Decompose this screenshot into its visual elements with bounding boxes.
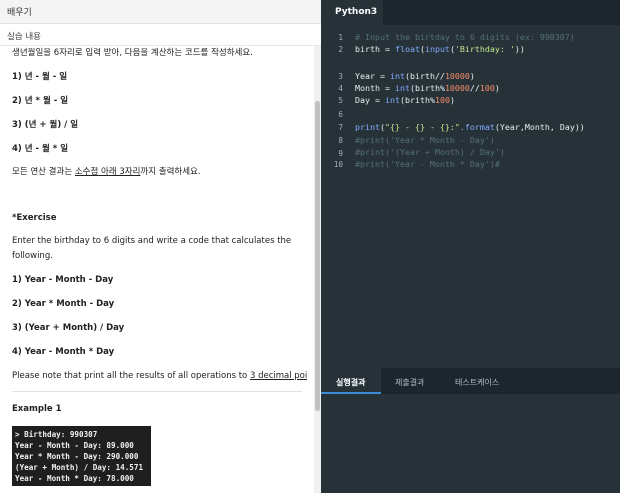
- code-line-2: birth = float(input('Birthday: ')): [355, 44, 525, 54]
- instructions-panel: 배우기 실습 내용 생년월일을 6자리로 입력 받아, 다음을 계산하는 코드를…: [0, 0, 321, 493]
- code-token: float: [394, 44, 420, 54]
- line-number: 1: [338, 33, 343, 42]
- line-number: 3: [338, 72, 343, 81]
- divider: [12, 391, 302, 392]
- line-number: 5: [338, 96, 343, 105]
- code-token: int: [389, 71, 405, 81]
- code-line-5: Month = int(birth%10000//100): [355, 83, 500, 93]
- line-number: 8: [338, 136, 343, 145]
- output-tabbar: 실행결과 제출결과 테스트케이스: [321, 368, 620, 394]
- line-number: 2: [338, 45, 343, 54]
- code-token: (brith%: [399, 95, 435, 105]
- korean-item-3: 3) (년 + 월) / 일: [12, 120, 79, 130]
- code-token: ): [494, 83, 500, 93]
- exercise-item-3: 3) (Year + Month) / Day: [12, 323, 125, 333]
- korean-note-post: 까지 출력하세요.: [140, 167, 201, 177]
- tab-python3[interactable]: Python3: [321, 0, 383, 25]
- practice-content-title: 실습 내용: [7, 32, 41, 42]
- example-output-box: > Birthday: 990307 Year - Month - Day: 8…: [12, 426, 151, 486]
- learn-title: 배우기: [7, 8, 32, 18]
- line-number: 7: [338, 123, 343, 132]
- example-line-5: Year - Month * Day: 78.000: [15, 474, 134, 483]
- tab-submit-result-label: 제출결과: [395, 378, 425, 387]
- code-token: ): [449, 95, 455, 105]
- output-area: [321, 394, 620, 493]
- code-line-1: # Input the birtday to 6 digits (ex: 990…: [355, 32, 575, 42]
- example-heading: Example 1: [12, 404, 62, 414]
- code-token: 'Birthday: ': [454, 44, 515, 54]
- tab-run-result-label: 실행결과: [336, 378, 366, 387]
- line-number: 4: [338, 84, 343, 93]
- learn-header: 배우기: [0, 0, 321, 24]
- exercise-item-1: 1) Year - Month - Day: [12, 275, 114, 285]
- tab-test-cases-label: 테스트케이스: [455, 378, 500, 387]
- example-line-1: > Birthday: 990307: [15, 430, 98, 439]
- code-token: Month =: [355, 83, 395, 93]
- exercise-heading: *Exercise: [12, 213, 57, 223]
- code-token: "{} - {} - {}:": [384, 122, 460, 132]
- code-line-11: #print('Year - Month * Day')#: [355, 159, 500, 169]
- korean-item-1: 1) 년 - 월 - 일: [12, 72, 68, 82]
- example-line-4: (Year + Month) / Day: 14.571: [15, 463, 144, 472]
- korean-item-2: 2) 년 * 월 - 일: [12, 96, 69, 106]
- code-line-9: #print('Year * Month - Day'): [355, 135, 495, 145]
- code-token: )): [514, 44, 525, 54]
- code-token: //: [469, 83, 480, 93]
- code-line-4: Year = int(birth//10000): [355, 71, 475, 81]
- code-line-8: print("{} - {} - {}:".format(Year,Month,…: [355, 122, 585, 132]
- code-token: 10000: [444, 83, 470, 93]
- code-token: int: [394, 83, 410, 93]
- korean-note-link: 소수점 아래 3자리: [74, 167, 141, 177]
- code-editor-panel: Python3 1 2 3 4 5 6 7 8 9 10 # Input the…: [321, 0, 620, 493]
- exercise-item-2: 2) Year * Month - Day: [12, 299, 115, 309]
- code-token: (birth%: [409, 83, 445, 93]
- tab-run-result[interactable]: 실행결과: [321, 368, 381, 394]
- tab-test-cases[interactable]: 테스트케이스: [439, 368, 515, 394]
- exercise-note-pre: Please note that print all the results o…: [12, 371, 250, 381]
- code-token: 100: [434, 95, 450, 105]
- code-token: 10000: [444, 71, 470, 81]
- line-number-gutter: 1 2 3 4 5 6 7 8 9 10: [321, 25, 347, 368]
- tab-submit-result[interactable]: 제출결과: [381, 368, 439, 394]
- instructions-scrollbar[interactable]: [314, 46, 321, 493]
- editor-tabbar: Python3: [321, 0, 620, 25]
- korean-item-4: 4) 년 - 월 * 일: [12, 144, 69, 154]
- practice-content-header: 실습 내용: [0, 24, 321, 46]
- line-number: 6: [338, 110, 343, 119]
- korean-note: 모든 연산 결과는 소수점 아래 3자리까지 출력하세요.: [12, 165, 201, 177]
- scrollbar-thumb[interactable]: [315, 101, 320, 411]
- code-token: Day =: [355, 95, 385, 105]
- code-token: (Year,Month, Day)): [494, 122, 585, 132]
- korean-intro: 생년월일을 6자리로 입력 받아, 다음을 계산하는 코드를 작성하세요.: [12, 48, 253, 58]
- exercise-note-link: 3 decimal points: [249, 371, 307, 381]
- exercise-note: Please note that print all the results o…: [12, 371, 307, 381]
- exercise-item-4: 4) Year - Month * Day: [12, 347, 115, 357]
- code-token: input: [424, 44, 450, 54]
- code-token: print: [355, 122, 380, 132]
- example-line-3: Year * Month - Day: 290.000: [15, 452, 139, 461]
- example-line-2: Year - Month - Day: 89.000: [15, 441, 134, 450]
- line-number: 9: [338, 149, 343, 158]
- code-token: Year =: [355, 71, 390, 81]
- problem-description: 생년월일을 6자리로 입력 받아, 다음을 계산하는 코드를 작성하세요. 1)…: [12, 46, 307, 493]
- exercise-intro: Enter the birthday to 6 digits and write…: [12, 236, 292, 261]
- code-token: int: [384, 95, 400, 105]
- code-line-6: Day = int(brith%100): [355, 95, 455, 105]
- tab-python3-label: Python3: [335, 7, 378, 17]
- korean-note-pre: 모든 연산 결과는: [12, 167, 75, 177]
- line-number: 10: [333, 160, 343, 169]
- code-token: ): [469, 71, 475, 81]
- code-token: birth =: [355, 44, 395, 54]
- code-editor[interactable]: 1 2 3 4 5 6 7 8 9 10 # Input the birtday…: [321, 25, 620, 368]
- code-token: 100: [479, 83, 495, 93]
- code-token: .format: [459, 122, 495, 132]
- code-line-10: #print('(Year + Month) / Day'): [355, 147, 505, 157]
- code-token: (birth//: [404, 71, 445, 81]
